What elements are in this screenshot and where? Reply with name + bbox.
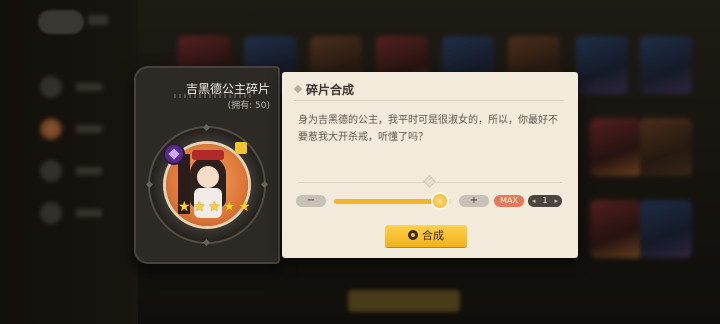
craft-button[interactable]: 合成	[385, 225, 467, 247]
fragment-puzzle-icon	[235, 142, 247, 154]
fragment-owned-count: (拥有: 50)	[227, 101, 270, 111]
craft-button-label: 合成	[422, 229, 444, 242]
divider-diamond-icon	[424, 176, 435, 187]
arrow-right-icon: ▸	[554, 197, 558, 205]
character-description: 身为吉黑德的公主，我平时可是很淑女的，所以，你最好不要惹我大开杀戒，听懂了吗？	[298, 115, 558, 143]
craft-title: 碎片合成	[306, 83, 355, 97]
decrease-button[interactable]: −	[296, 195, 326, 207]
star-icon: ★	[223, 199, 236, 215]
quantity-slider[interactable]	[334, 194, 452, 208]
element-badge-icon	[165, 145, 183, 163]
increase-button[interactable]: +	[459, 195, 489, 207]
star-icon: ★	[208, 199, 221, 215]
title-diamond-icon	[293, 84, 303, 94]
quantity-value: 1	[542, 196, 548, 205]
star-icon: ★	[238, 199, 251, 215]
title-underline	[294, 100, 564, 101]
craft-panel: 碎片合成 身为吉黑德的公主，我平时可是很淑女的，所以，你最好不要惹我大开杀戒，听…	[282, 72, 578, 258]
star-icon: ★	[193, 199, 206, 215]
slider-handle[interactable]	[433, 194, 447, 208]
star-icon: ★	[178, 199, 191, 215]
quantity-display: ◂ 1 ▸	[528, 195, 562, 207]
star-rating: ★ ★ ★ ★ ★	[178, 200, 252, 214]
arrow-left-icon: ◂	[532, 197, 536, 205]
craft-icon	[408, 230, 418, 240]
fragment-panel: 吉黑德公主碎片 (拥有: 50)	[134, 66, 280, 264]
slider-fill	[334, 199, 440, 204]
max-button[interactable]: MAX	[494, 195, 524, 207]
